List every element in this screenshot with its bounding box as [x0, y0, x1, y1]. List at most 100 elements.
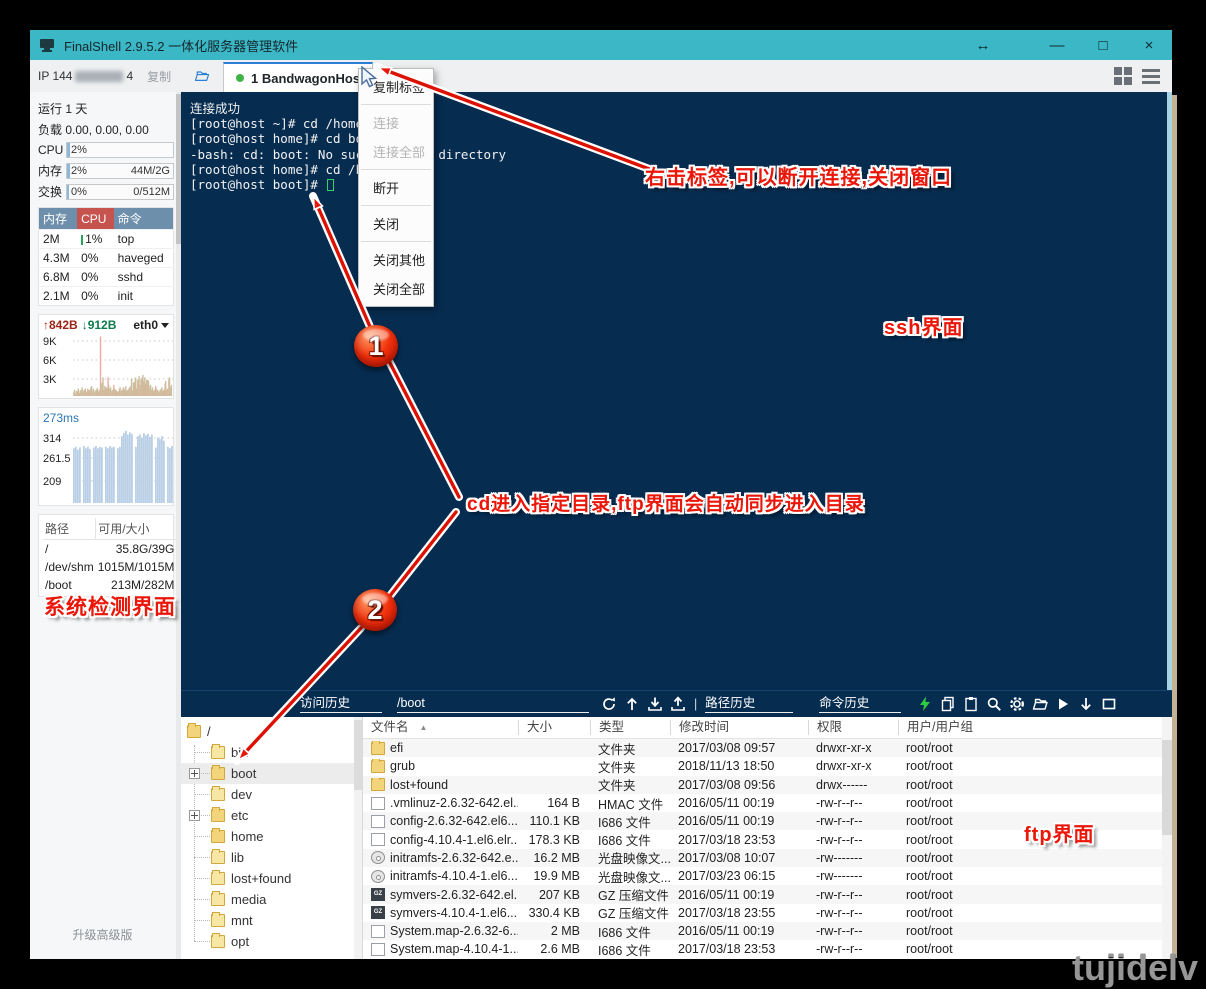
menu-item-disconnect[interactable]: 断开: [359, 173, 433, 202]
file-row[interactable]: GZsymvers-4.10.4-1.el6....330.4 KBGZ 压缩文…: [363, 904, 1172, 922]
expand-icon[interactable]: [189, 810, 200, 821]
interface-selector[interactable]: eth0: [133, 318, 169, 332]
tree-item-[interactable]: /: [181, 721, 362, 742]
tree-item-lostfound[interactable]: lost+found: [181, 868, 362, 889]
menu-item-close-all[interactable]: 关闭全部: [359, 274, 433, 303]
network-y-axis: 9K 6K 3K: [43, 334, 73, 396]
title-bar[interactable]: FinalShell 2.9.5.2 一体化服务器管理软件 ↔ — □ ×: [30, 30, 1172, 60]
file-table-scrollbar[interactable]: [1162, 717, 1172, 959]
terminal-line: 连接成功: [190, 101, 1172, 116]
menu-separator: [361, 104, 431, 105]
up-arrow-icon[interactable]: [624, 696, 640, 712]
close-button[interactable]: ×: [1126, 37, 1172, 54]
col-size[interactable]: 大小: [518, 720, 590, 735]
tree-scrollbar[interactable]: [354, 717, 362, 959]
disk-row[interactable]: /dev/shm1015M/1015M: [43, 558, 176, 576]
disk-avail: 35.8G/39G: [96, 540, 177, 559]
maximize-button[interactable]: □: [1080, 37, 1126, 54]
col-memory[interactable]: 内存: [39, 208, 78, 230]
file-row[interactable]: initramfs-4.10.4-1.el6....19.9 MB光盘映像文..…: [363, 867, 1172, 885]
col-avail-size[interactable]: 可用/大小: [96, 518, 177, 540]
process-cmd: sshd: [114, 268, 174, 287]
tree-item-opt[interactable]: opt: [181, 931, 362, 952]
col-modified[interactable]: 修改时间: [670, 720, 808, 735]
memory-meter: 内存 2% 44M/2G: [38, 162, 174, 179]
menu-item-close[interactable]: 关闭: [359, 209, 433, 238]
file-row[interactable]: System.map-2.6.32-6...2 MBI686 文件2016/05…: [363, 922, 1172, 940]
process-row[interactable]: 2.1M0%init: [39, 287, 174, 306]
ip-suffix: 4: [126, 69, 133, 83]
file-row[interactable]: initramfs-2.6.32-642.e...16.2 MB光盘映像文...…: [363, 849, 1172, 867]
tree-item-mnt[interactable]: mnt: [181, 910, 362, 931]
paste-icon[interactable]: [963, 696, 979, 712]
process-row[interactable]: 4.3M0%haveged: [39, 249, 174, 268]
tree-item-etc[interactable]: etc: [181, 805, 362, 826]
disk-avail: 1015M/1015M: [96, 558, 177, 576]
tree-item-bin[interactable]: bin: [181, 742, 362, 763]
gear-icon[interactable]: [1009, 696, 1025, 712]
copy-icon[interactable]: [940, 696, 956, 712]
col-command[interactable]: 命令: [114, 208, 174, 230]
file-row[interactable]: .vmlinuz-2.6.32-642.el...164 BHMAC 文件201…: [363, 794, 1172, 812]
file-table-header[interactable]: 文件名▲ 大小 类型 修改时间 权限 用户/用户组: [363, 717, 1172, 739]
col-path[interactable]: 路径: [43, 518, 96, 540]
session-tab[interactable]: 1 BandwagonHost: [223, 62, 373, 92]
expand-icon[interactable]: [189, 768, 200, 779]
down-arrow-icon[interactable]: [1078, 696, 1094, 712]
file-owner: root/root: [898, 942, 1008, 956]
menu-item-close-others[interactable]: 关闭其他: [359, 245, 433, 274]
file-modified: 2018/11/13 18:50: [670, 759, 808, 773]
access-history-field[interactable]: 访问历史: [300, 695, 382, 713]
search-icon[interactable]: [986, 696, 1002, 712]
download-icon[interactable]: [647, 696, 663, 712]
command-history-field[interactable]: 命令历史: [819, 695, 901, 713]
disk-table[interactable]: 路径 可用/大小 /35.8G/39G/dev/shm1015M/1015M/b…: [43, 518, 176, 594]
tree-item-boot[interactable]: boot: [181, 763, 362, 784]
file-owner: root/root: [898, 869, 1008, 883]
terminal-line: -bash: cd: boot: No such file or directo…: [190, 147, 1172, 162]
fit-window-button[interactable]: ↔: [960, 37, 1006, 54]
file-owner: root/root: [898, 796, 1008, 810]
file-row[interactable]: grub文件夹2018/11/13 18:50drwxr-xr-xroot/ro…: [363, 757, 1172, 775]
window-icon[interactable]: [1101, 696, 1117, 712]
file-row[interactable]: lost+found文件夹2017/03/08 09:56drwx------r…: [363, 776, 1172, 794]
col-permission[interactable]: 权限: [808, 720, 898, 735]
tree-item-dev[interactable]: dev: [181, 784, 362, 805]
upgrade-link[interactable]: 升级高级版: [30, 926, 175, 943]
tab-context-menu: 复制标签连接连接全部断开关闭关闭其他关闭全部: [358, 68, 434, 307]
mouse-cursor-icon: [360, 66, 380, 88]
file-modified: 2017/03/18 23:53: [670, 942, 808, 956]
grid-view-icon[interactable]: [1114, 67, 1132, 85]
col-filename[interactable]: 文件名▲: [363, 720, 518, 735]
process-row[interactable]: 6.8M0%sshd: [39, 268, 174, 287]
file-name: lost+found: [390, 778, 448, 792]
tree-item-home[interactable]: home: [181, 826, 362, 847]
open-folder-icon[interactable]: [1032, 696, 1048, 712]
process-table[interactable]: 内存 CPU 命令 2M1%top4.3M0%haveged6.8M0%sshd…: [38, 207, 174, 306]
tree-item-label: dev: [231, 787, 252, 802]
directory-tree[interactable]: /binboot dev etchomeliblost+foundmediamnto…: [181, 717, 363, 959]
file-row[interactable]: efi文件夹2017/03/08 09:57drwxr-xr-xroot/roo…: [363, 739, 1172, 757]
file-row[interactable]: System.map-4.10.4-1...2.6 MBI686 文件2017/…: [363, 940, 1172, 958]
path-field[interactable]: /boot: [397, 695, 589, 713]
disk-row[interactable]: /35.8G/39G: [43, 540, 176, 559]
copy-ip-button[interactable]: 复制: [147, 68, 171, 85]
col-cpu[interactable]: CPU: [77, 208, 114, 230]
file-type: 文件夹: [590, 739, 670, 758]
path-history-field[interactable]: 路径历史: [705, 695, 793, 713]
file-modified: 2016/05/11 00:19: [670, 796, 808, 810]
refresh-icon[interactable]: [601, 696, 617, 712]
open-connection-button[interactable]: [181, 60, 223, 92]
file-row[interactable]: GZsymvers-2.6.32-642.el...207 KBGZ 压缩文件2…: [363, 885, 1172, 903]
tree-item-lib[interactable]: lib: [181, 847, 362, 868]
terminal-line: [root@host ~]# cd /home: [190, 116, 1172, 131]
play-icon[interactable]: [1055, 696, 1071, 712]
list-view-icon[interactable]: [1142, 66, 1160, 87]
file-icon: [371, 797, 385, 810]
tree-item-media[interactable]: media: [181, 889, 362, 910]
process-row[interactable]: 2M1%top: [39, 230, 174, 249]
col-type[interactable]: 类型: [590, 720, 670, 735]
minimize-button[interactable]: —: [1034, 37, 1080, 54]
upload-icon[interactable]: [670, 696, 686, 712]
col-owner[interactable]: 用户/用户组: [898, 720, 1008, 735]
